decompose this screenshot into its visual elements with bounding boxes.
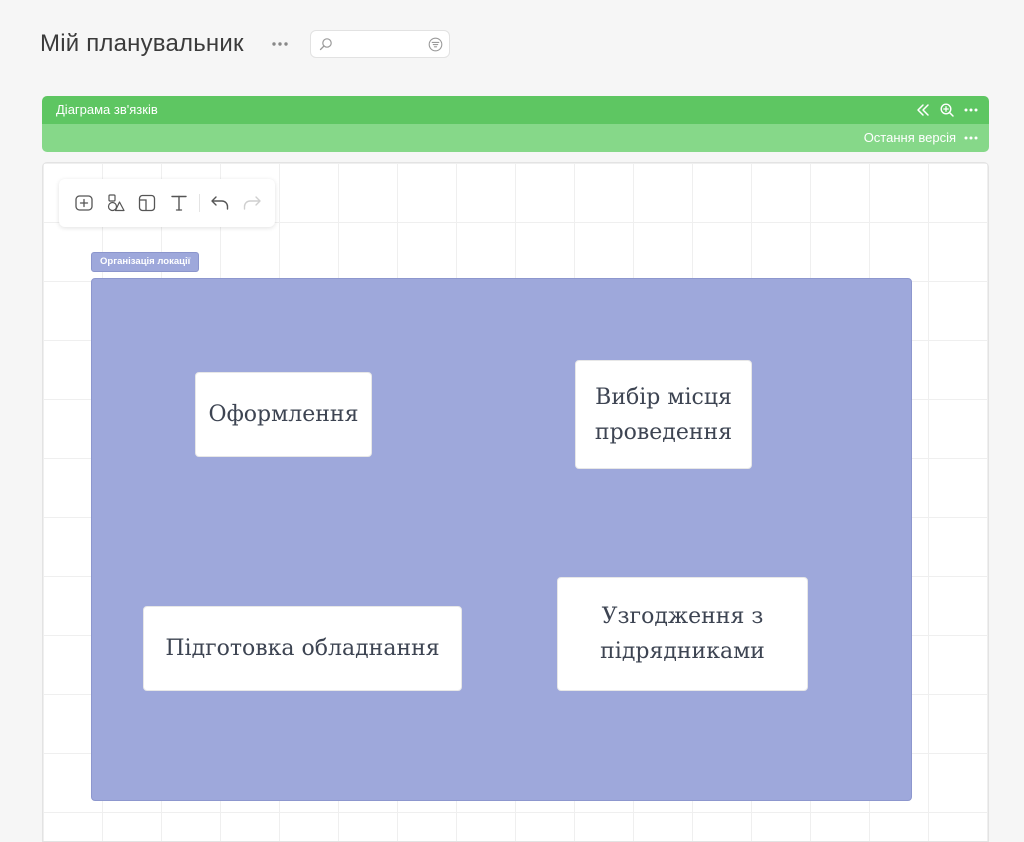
shapes-icon[interactable]	[105, 192, 127, 214]
page-title: Мій планувальник	[40, 30, 244, 57]
panel-header: Діаграма зв'язків	[42, 96, 989, 124]
frame-label[interactable]: Організація локації	[91, 252, 200, 272]
undo-icon[interactable]	[209, 192, 231, 214]
node-card[interactable]: Оформлення	[195, 372, 372, 457]
toolbar-divider	[199, 194, 200, 212]
version-more-icon[interactable]	[963, 131, 979, 150]
text-icon[interactable]	[168, 192, 190, 214]
filter-icon[interactable]	[428, 37, 443, 57]
search-input[interactable]	[339, 35, 431, 55]
zoom-in-icon[interactable]	[939, 102, 955, 123]
redo-icon[interactable]	[241, 192, 263, 214]
frame-icon[interactable]	[136, 192, 158, 214]
panel-title: Діаграма зв'язків	[56, 102, 158, 117]
collapse-icon[interactable]	[915, 102, 931, 123]
add-node-icon[interactable]	[73, 192, 95, 214]
version-label[interactable]: Остання версія	[864, 130, 956, 145]
more-icon[interactable]	[270, 36, 290, 52]
top-bar: Мій планувальник	[0, 0, 1024, 90]
frame-organization[interactable]: Оформлення Вибір місця проведення Підгот…	[91, 278, 912, 801]
more-icon[interactable]	[963, 102, 979, 123]
node-card[interactable]: Підготовка обладнання	[143, 606, 462, 691]
node-card[interactable]: Узгодження з підрядниками	[557, 577, 808, 691]
node-card[interactable]: Вибір місця проведення	[575, 360, 752, 469]
search-box[interactable]	[310, 30, 450, 58]
diagram-canvas[interactable]: Організація локації Оформлення Вибір міс…	[42, 162, 989, 842]
diagram-toolbar	[59, 179, 275, 227]
panel-subheader: Остання версія	[42, 124, 989, 152]
search-icon	[319, 37, 333, 56]
